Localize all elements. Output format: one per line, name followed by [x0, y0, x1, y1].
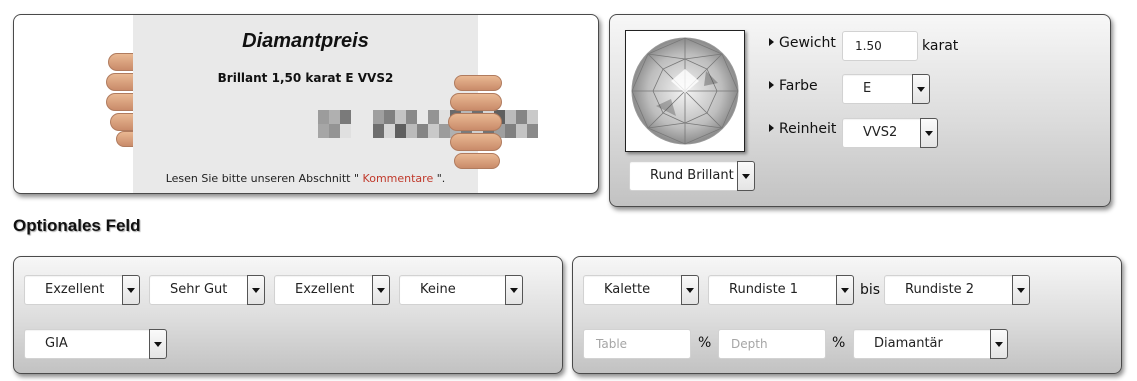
blur-pixel [373, 124, 384, 138]
blur-pixel [362, 124, 373, 138]
color-label-text: Farbe [779, 78, 818, 94]
blur-pixel [417, 110, 428, 124]
chevron-down-icon[interactable] [912, 74, 930, 104]
blur-pixel [406, 124, 417, 138]
chevron-down-icon[interactable] [372, 275, 390, 305]
dealer-select[interactable]: Diamantär [853, 329, 1008, 359]
blur-pixel [505, 124, 516, 138]
girdle-max-select[interactable]: Rundiste 2 [884, 275, 1030, 305]
comments-note: Lesen Sie bitte unseren Abschnitt " Komm… [133, 172, 478, 185]
chevron-down-icon[interactable] [505, 275, 523, 305]
fluorescence-select[interactable]: Keine [399, 275, 523, 305]
cut-select-value: Exzellent [45, 282, 105, 297]
price-title: Diamantpreis [242, 30, 369, 52]
table-input[interactable]: Table [583, 329, 691, 359]
weight-input[interactable]: 1.50 [842, 31, 918, 61]
chevron-down-icon[interactable] [122, 275, 140, 305]
blur-pixel [340, 110, 351, 124]
blur-pixel [516, 110, 527, 124]
optional-panel-left: Exzellent Sehr Gut Exzellent Keine GIA [13, 256, 563, 374]
clarity-select-value: VVS2 [863, 125, 898, 140]
symmetry-select[interactable]: Exzellent [274, 275, 390, 305]
blur-pixel [395, 124, 406, 138]
triangle-right-icon [769, 81, 774, 89]
clarity-label-text: Reinheit [779, 121, 837, 137]
chevron-down-icon[interactable] [836, 275, 854, 305]
between-label: bis [860, 282, 881, 298]
polish-select[interactable]: Sehr Gut [149, 275, 265, 305]
chevron-down-icon[interactable] [149, 329, 167, 359]
girdle-min-select-value: Rundiste 1 [729, 282, 799, 297]
dealer-select-value: Diamantär [874, 336, 943, 351]
triangle-right-icon [769, 38, 774, 46]
triangle-right-icon [769, 124, 774, 132]
price-panel: Diamantpreis Brillant 1,50 karat E VVS2 … [13, 14, 599, 194]
culet-select[interactable]: Kalette [583, 275, 699, 305]
optional-panel-right: Kalette Rundiste 1 bis Rundiste 2 Table … [572, 256, 1122, 374]
blur-pixel [351, 124, 362, 138]
blur-pixel [516, 124, 527, 138]
blur-pixel [406, 110, 417, 124]
symmetry-select-value: Exzellent [295, 282, 355, 297]
fluorescence-select-value: Keine [420, 282, 456, 297]
shape-select[interactable]: Rund Brillant [629, 161, 755, 191]
girdle-min-select[interactable]: Rundiste 1 [708, 275, 854, 305]
depth-unit: % [832, 335, 846, 351]
chevron-down-icon[interactable] [681, 275, 699, 305]
blur-pixel [428, 124, 439, 138]
blur-pixel [428, 110, 439, 124]
blur-pixel [373, 110, 384, 124]
blur-pixel [329, 110, 340, 124]
blur-pixel [384, 110, 395, 124]
blur-pixel [527, 124, 538, 138]
note-suffix: ". [433, 172, 446, 185]
right-hand-image [448, 75, 504, 175]
clarity-select[interactable]: VVS2 [842, 118, 938, 148]
lab-select-value: GIA [45, 336, 68, 351]
weight-label: Gewicht [769, 35, 836, 51]
diamond-selector-panel: Rund Brillant Gewicht 1.50 karat Farbe E… [609, 14, 1111, 207]
blur-pixel [318, 124, 329, 138]
chevron-down-icon[interactable] [247, 275, 265, 305]
color-select[interactable]: E [842, 74, 930, 104]
weight-unit: karat [922, 38, 959, 54]
blur-pixel [362, 110, 373, 124]
price-subtitle: Brillant 1,50 karat E VVS2 [217, 71, 394, 85]
shape-select-value: Rund Brillant [650, 168, 734, 183]
blur-pixel [395, 110, 406, 124]
chevron-down-icon[interactable] [737, 161, 755, 191]
blur-pixel [340, 124, 351, 138]
blur-pixel [318, 110, 329, 124]
blur-pixel [505, 110, 516, 124]
girdle-max-select-value: Rundiste 2 [905, 282, 975, 297]
chevron-down-icon[interactable] [920, 118, 938, 148]
blur-pixel [384, 124, 395, 138]
note-prefix: Lesen Sie bitte unseren Abschnitt " [165, 172, 363, 185]
diamond-image [625, 30, 745, 152]
comments-link[interactable]: Kommentare [363, 172, 434, 185]
lab-select[interactable]: GIA [24, 329, 167, 359]
blur-pixel [527, 110, 538, 124]
color-label: Farbe [769, 78, 818, 94]
chevron-down-icon[interactable] [1012, 275, 1030, 305]
blurred-price [318, 110, 538, 138]
cut-select[interactable]: Exzellent [24, 275, 140, 305]
chevron-down-icon[interactable] [990, 329, 1008, 359]
blur-pixel [329, 124, 340, 138]
diamond-icon [631, 37, 739, 145]
culet-select-value: Kalette [604, 282, 651, 297]
depth-input[interactable]: Depth [718, 329, 826, 359]
polish-select-value: Sehr Gut [170, 282, 228, 297]
color-select-value: E [863, 81, 872, 96]
optional-section-heading: Optionales Feld [13, 216, 141, 235]
blur-pixel [417, 124, 428, 138]
price-sign: Diamantpreis Brillant 1,50 karat E VVS2 … [133, 15, 538, 193]
clarity-label: Reinheit [769, 121, 836, 137]
table-unit: % [698, 335, 712, 351]
weight-label-text: Gewicht [779, 35, 836, 51]
blur-pixel [351, 110, 362, 124]
